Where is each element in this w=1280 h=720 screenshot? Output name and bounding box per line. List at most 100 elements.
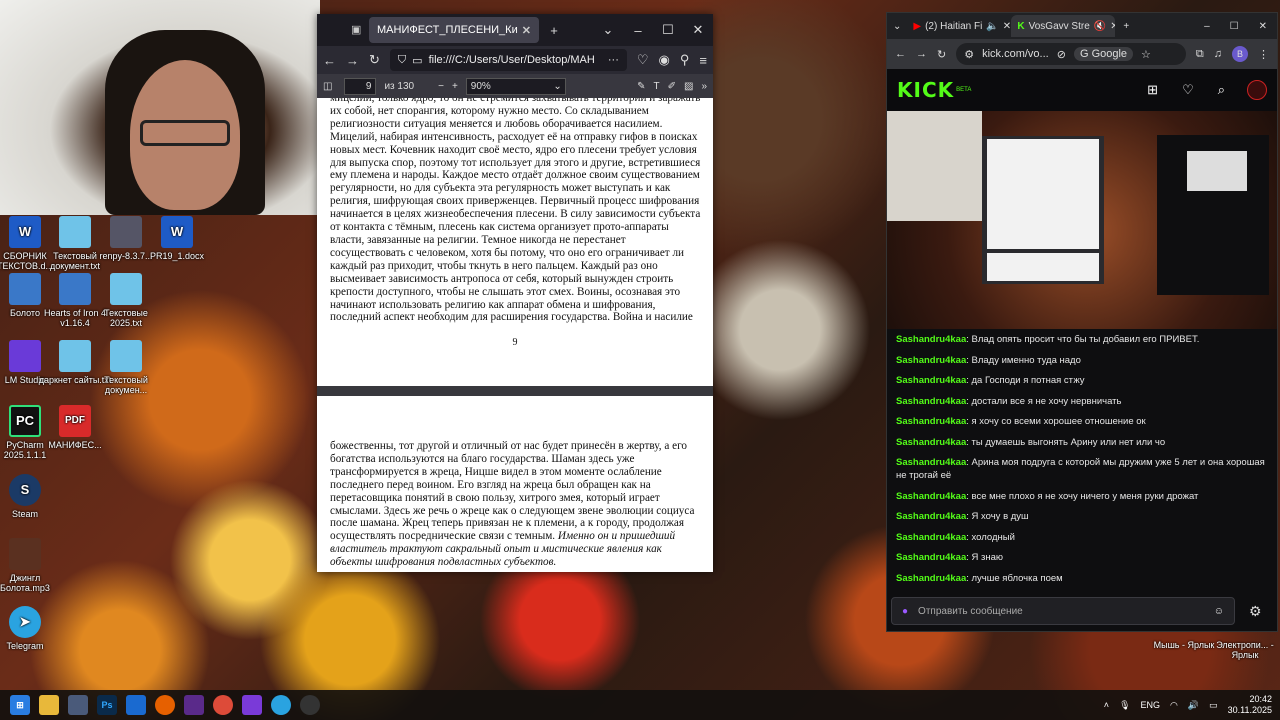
gift-icon[interactable]: ⊞	[1147, 82, 1158, 98]
tab-title: (2) Haitian Fi	[925, 20, 983, 32]
bookmark-star-icon[interactable]: ☆	[1141, 48, 1151, 61]
highlight-icon[interactable]: ✎	[637, 81, 645, 92]
chat-username[interactable]: Sashandru4kaa	[896, 457, 966, 468]
extensions-icon[interactable]: ⚲	[680, 52, 690, 68]
language-indicator[interactable]: ENG	[1141, 700, 1161, 710]
more-dots-icon[interactable]: ···	[608, 54, 619, 66]
desktop-icon-mouse-shortcut[interactable]: Мышь - Ярлык	[1152, 640, 1216, 650]
pocket-icon[interactable]: ♡	[637, 52, 649, 68]
tab-list-icon[interactable]: ▣	[351, 23, 361, 36]
chat-message: Sashandru4kaa: холодный	[896, 531, 1015, 543]
desktop-icon-telegram[interactable]: ➤ Telegram	[0, 606, 62, 651]
visual-studio-icon[interactable]	[242, 695, 262, 715]
chat-username[interactable]: Sashandru4kaa	[896, 355, 966, 366]
chat-username[interactable]: Sashandru4kaa	[896, 416, 966, 427]
app-icon[interactable]	[300, 695, 320, 715]
tab-manifest[interactable]: МАНИФЕСТ_ПЛЕСЕНИ_Кирилл_... ✕	[369, 17, 539, 43]
url-bar[interactable]: ⛉ ▭ file:///C:/Users/User/Desktop/МАН ··…	[389, 49, 627, 71]
extensions-icon[interactable]: ⧉	[1196, 48, 1204, 61]
reload-icon[interactable]: ↻	[369, 52, 380, 68]
search-engine-chip[interactable]: G Google	[1073, 47, 1134, 61]
close-tab-icon[interactable]: ✕	[522, 24, 531, 37]
telegram-icon[interactable]	[271, 695, 291, 715]
stream-video-player[interactable]	[887, 111, 1277, 329]
speaker-icon[interactable]: 🔊	[1188, 700, 1199, 711]
chevron-up-icon[interactable]: ˄	[1104, 700, 1109, 710]
back-arrow-icon[interactable]: ←	[895, 48, 906, 60]
tab-youtube[interactable]: ▶ (2) Haitian Fi 🔈 ✕	[907, 15, 1011, 37]
desktop-icon-jingle[interactable]: Джингл Болота.mp3	[0, 538, 62, 593]
close-window-button[interactable]: ✕	[683, 22, 713, 38]
chat-username[interactable]: Sashandru4kaa	[896, 511, 966, 522]
chat-username[interactable]: Sashandru4kaa	[896, 573, 966, 584]
zoom-select[interactable]: 90% ⌄	[465, 77, 566, 95]
image-icon[interactable]: ▨	[684, 81, 693, 92]
forward-arrow-icon[interactable]: →	[346, 53, 359, 68]
draw-icon[interactable]: ✐	[668, 81, 676, 92]
chat-username[interactable]: Sashandru4kaa	[896, 437, 966, 448]
tab-search-chevron-icon[interactable]: ⌄	[887, 21, 907, 32]
desktop-icon-text-doc-2[interactable]: Текстовый докумен...	[89, 340, 163, 395]
chat-message: Sashandru4kaa: Влад опять просит что бы …	[896, 334, 1200, 345]
webcam-overlay	[0, 0, 320, 215]
desktop-icon-manifest-pdf[interactable]: PDF МАНИФЕС...	[38, 405, 112, 450]
text-tool-icon[interactable]: T	[653, 81, 659, 92]
chat-settings-gear-icon[interactable]: ⚙	[1249, 603, 1262, 620]
profile-avatar[interactable]: B	[1232, 46, 1248, 62]
wifi-icon[interactable]: ◠	[1170, 700, 1178, 711]
microphone-icon[interactable]: 🎙	[1119, 700, 1130, 711]
chat-input[interactable]: ● Отправить сообщение ☺	[891, 597, 1235, 625]
url-bar[interactable]: ⚙ kick.com/vo... ⊘ G Google ☆	[956, 43, 1186, 65]
desktop-icon-label: PR19_1.docx	[149, 251, 205, 261]
zoom-out-icon[interactable]: −	[438, 81, 444, 92]
pdf-document-view[interactable]: мицелий, только ядро, то он не стремится…	[317, 98, 713, 572]
kick-logo[interactable]: KICK	[897, 78, 954, 102]
page-number-input[interactable]: 9	[344, 77, 377, 95]
minimize-button[interactable]: –	[1194, 21, 1220, 32]
menu-icon[interactable]: ≡	[699, 53, 707, 68]
photoshop-icon[interactable]: Ps	[97, 695, 117, 715]
zoom-in-icon[interactable]: +	[452, 81, 458, 92]
start-windows-icon[interactable]: ⊞	[10, 695, 30, 715]
maximize-button[interactable]: ☐	[1220, 21, 1249, 32]
desktop-icon-steam[interactable]: S Steam	[0, 474, 62, 519]
search-icon[interactable]: ⌕	[1218, 82, 1225, 98]
microphone-icon[interactable]: ●	[902, 606, 908, 617]
emoji-icon[interactable]: ☺	[1214, 606, 1224, 617]
chat-username[interactable]: Sashandru4kaa	[896, 491, 966, 502]
new-tab-button[interactable]: +	[539, 23, 569, 38]
chat-username[interactable]: Sashandru4kaa	[896, 334, 966, 345]
file-explorer-icon[interactable]	[39, 695, 59, 715]
chrome-icon[interactable]	[213, 695, 233, 715]
chat-username[interactable]: Sashandru4kaa	[896, 552, 966, 563]
account-icon[interactable]: ◉	[659, 52, 670, 68]
tab-kick[interactable]: K VosGavv Stre 🔇 ✕	[1011, 15, 1116, 37]
close-tab-icon[interactable]: ✕	[1003, 21, 1011, 32]
firefox-icon[interactable]	[155, 695, 175, 715]
more-tools-icon[interactable]: »	[701, 81, 707, 92]
desktop-icon-pr19[interactable]: W PR19_1.docx	[140, 216, 214, 261]
sidebar-toggle-icon[interactable]: ◫	[323, 81, 332, 92]
close-window-button[interactable]: ✕	[1249, 21, 1277, 32]
notepad-icon[interactable]	[126, 695, 146, 715]
desktop-icon-electro-shortcut[interactable]: Электропи... - Ярлык	[1210, 640, 1280, 660]
heart-icon[interactable]: ♡	[1182, 82, 1194, 98]
chat-username[interactable]: Sashandru4kaa	[896, 532, 966, 543]
chat-username[interactable]: Sashandru4kaa	[896, 396, 966, 407]
maximize-button[interactable]: ☐	[653, 22, 683, 38]
media-icon[interactable]: ♫	[1214, 48, 1222, 60]
minimize-button[interactable]: –	[623, 23, 653, 38]
menu-icon[interactable]: ⋮	[1258, 48, 1269, 61]
forward-arrow-icon[interactable]: →	[916, 48, 927, 60]
reload-icon[interactable]: ↻	[937, 48, 946, 61]
tab-overflow-chevron-icon[interactable]: ⌄	[593, 22, 623, 38]
clock[interactable]: 20:42 30.11.2025	[1228, 694, 1272, 716]
chat-username[interactable]: Sashandru4kaa	[896, 375, 966, 386]
app-icon[interactable]	[68, 695, 88, 715]
new-tab-button[interactable]: +	[1115, 21, 1137, 32]
user-avatar[interactable]	[1247, 80, 1267, 100]
battery-icon[interactable]: ▭	[1209, 700, 1218, 711]
obs-icon[interactable]	[184, 695, 204, 715]
back-arrow-icon[interactable]: ←	[323, 53, 336, 68]
desktop-icon-texts-2025[interactable]: Текстовые 2025.txt	[89, 273, 163, 328]
